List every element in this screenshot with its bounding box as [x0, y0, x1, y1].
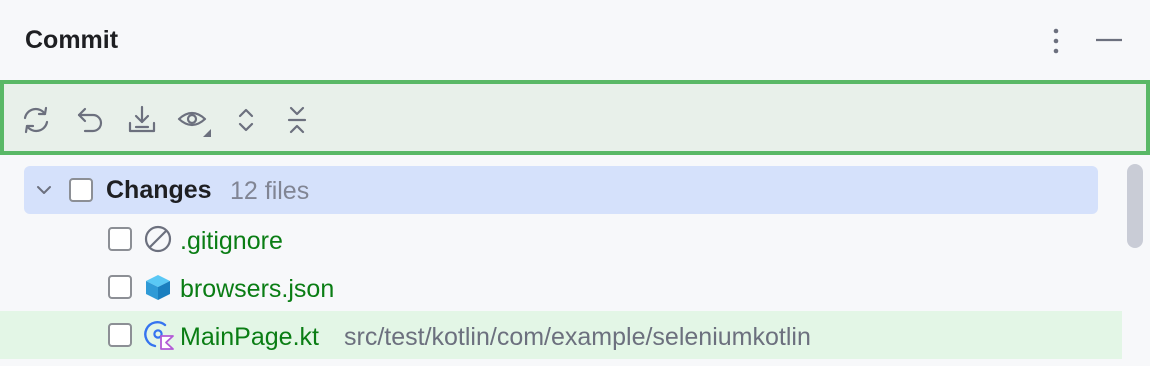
kotlin-file-icon — [143, 319, 174, 350]
file-checkbox[interactable] — [108, 275, 132, 299]
file-row[interactable]: MainPage.kt src/test/kotlin/com/example/… — [0, 311, 1122, 359]
ignored-file-icon — [143, 224, 173, 254]
file-path: src/test/kotlin/com/example/seleniumkotl… — [344, 323, 811, 351]
file-name: MainPage.kt — [180, 323, 319, 351]
changelist-label: Changes — [106, 176, 212, 204]
changelist-checkbox[interactable] — [69, 178, 93, 202]
file-name: browsers.json — [180, 275, 335, 303]
more-options-icon[interactable] — [1042, 26, 1070, 56]
minimize-icon[interactable] — [1092, 26, 1126, 56]
changelist-file-count: 12 files — [230, 177, 310, 205]
changes-tree: Changes 12 files .gitignore browsers.jso… — [0, 160, 1150, 366]
refresh-icon[interactable] — [18, 102, 54, 138]
expand-all-icon[interactable] — [228, 102, 264, 138]
collapse-all-icon[interactable] — [279, 102, 315, 138]
vertical-scrollbar[interactable] — [1127, 164, 1143, 248]
shelve-icon[interactable] — [124, 102, 160, 138]
file-row[interactable]: browsers.json — [0, 263, 1122, 311]
rollback-icon[interactable] — [72, 102, 108, 138]
view-options-icon[interactable] — [176, 102, 212, 138]
file-row[interactable]: .gitignore — [0, 215, 1122, 263]
tool-window-title: Commit — [25, 26, 119, 54]
file-checkbox[interactable] — [108, 323, 132, 347]
json-file-icon — [143, 272, 173, 302]
file-checkbox[interactable] — [108, 227, 132, 251]
changes-toolbar — [0, 80, 1150, 155]
file-name: .gitignore — [180, 227, 283, 255]
chevron-down-icon[interactable] — [32, 178, 56, 202]
changelist-row-changes[interactable]: Changes 12 files — [24, 166, 1098, 214]
tool-window-header: Commit — [0, 0, 1150, 80]
